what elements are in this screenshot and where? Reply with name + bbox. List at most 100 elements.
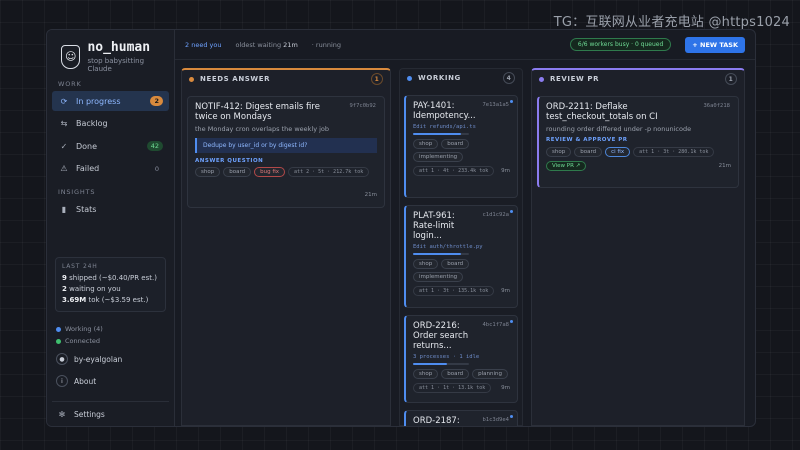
work-section-label: WORK	[58, 80, 82, 88]
column-dot-icon	[407, 75, 412, 81]
tag: shop	[546, 147, 572, 157]
stats-waiting: 2 waiting on you	[62, 285, 121, 293]
tag: board	[441, 259, 470, 269]
task-card-pay-1401[interactable]: PAY-1401: Idempotency... 7e13a1a5 Edit r…	[404, 95, 518, 198]
card-id: 9f7c0b92	[349, 103, 377, 109]
question-callout: Dedupe by user_id or by digest id?	[195, 138, 377, 153]
active-dot-icon	[510, 210, 513, 213]
sidebar-item-done[interactable]: ✓ Done 42	[52, 136, 169, 156]
tag: board	[574, 147, 603, 157]
column-dot-icon	[189, 76, 194, 82]
card-meta-row: att 1 · 3t · 135.1k tok 9m	[413, 286, 510, 296]
about-link[interactable]: i About	[52, 372, 169, 390]
app-window: ☺ no_human stop babysitting Claude WORK …	[46, 29, 756, 427]
card-description: the Monday cron overlaps the weekly job	[195, 125, 330, 133]
failed-count-badge: 0	[154, 164, 159, 173]
stats-box-title: LAST 24H	[62, 263, 98, 270]
sidebar-item-label: Done	[76, 141, 98, 151]
active-dot-icon	[510, 100, 513, 103]
column-header: NEEDS ANSWER 1	[182, 70, 390, 88]
settings-link[interactable]: ✻ Settings	[52, 402, 169, 426]
stats-tokens: 3.69M tok (~$3.59 est.)	[62, 296, 149, 304]
gear-icon: ✻	[58, 409, 66, 419]
connected-dot-icon	[56, 338, 61, 344]
column-count: 1	[725, 73, 737, 85]
card-progress	[413, 253, 469, 255]
task-card-ord-2216[interactable]: ORD-2216: Order search returns... 4bc1f7…	[404, 315, 518, 403]
card-id: c1d1c92a	[482, 212, 510, 218]
watermark: TG：互联网从业者充电站 @https1024	[553, 15, 790, 30]
about-label: About	[74, 376, 97, 386]
card-tags-row: shop board ci fix att 1 · 3t · 280.1k to…	[546, 147, 731, 157]
tag: planning	[472, 369, 508, 379]
active-dot-icon	[510, 415, 513, 418]
view-pr-button[interactable]: View PR ↗	[546, 161, 587, 171]
sidebar-item-backlog[interactable]: ⇆ Backlog	[52, 114, 169, 134]
sidebar-item-label: In progress	[76, 96, 121, 106]
brand-title: no_human	[87, 39, 151, 55]
sidebar-item-stats[interactable]: ▮ Stats	[52, 199, 169, 219]
tag: bug fix	[254, 167, 286, 177]
column-header: REVIEW PR 1	[532, 70, 744, 88]
in-progress-count-badge: 2	[150, 96, 163, 106]
column-working: WORKING 4 PAY-1401: Idempotency... 7e13a…	[399, 68, 523, 426]
tag: ci fix	[605, 147, 631, 157]
card-tags: shop board implementing	[413, 259, 510, 282]
need-you-count[interactable]: 2 need you	[185, 41, 221, 49]
oldest-waiting: oldest waiting 21m	[235, 40, 298, 49]
column-needs-answer: NEEDS ANSWER 1 NOTIF-412: Digest emails …	[181, 68, 391, 426]
tag: shop	[413, 369, 439, 379]
tag: implementing	[413, 272, 464, 282]
workers-status-pill: 6/6 workers busy · 0 queued	[569, 38, 672, 51]
info-icon: i	[56, 375, 68, 387]
column-count: 1	[371, 73, 383, 85]
user-link[interactable]: ● by-eyalgolan	[52, 350, 169, 368]
sidebar-item-label: Failed	[76, 164, 100, 173]
bar-chart-icon: ▮	[61, 204, 67, 214]
new-task-button[interactable]: + NEW TASK	[685, 36, 745, 53]
github-icon: ●	[56, 353, 68, 365]
last-24h-stats-box: LAST 24H 9 shipped (~$0.40/PR est.) 2 wa…	[55, 257, 166, 312]
tag: board	[441, 139, 470, 149]
working-status: Working (4)	[52, 323, 169, 335]
kanban-board: NEEDS ANSWER 1 NOTIF-412: Digest emails …	[181, 68, 749, 426]
task-card-ord-2187[interactable]: ORD-2187: b1c3d9e4	[404, 410, 518, 426]
card-meta: att 2 · 5t · 212.7k tok	[288, 167, 370, 177]
warning-icon: ⚠	[60, 164, 68, 173]
task-card-plat-961[interactable]: PLAT-961: Rate-limit login... c1d1c92a E…	[404, 205, 518, 308]
brand[interactable]: ☺ no_human stop babysitting Claude	[52, 30, 169, 73]
card-meta: att 1 · 3t · 135.1k tok	[413, 286, 495, 296]
column-header: WORKING 4	[400, 69, 522, 87]
card-elapsed: 9m	[501, 168, 510, 174]
card-elapsed: 21m	[364, 192, 377, 198]
sidebar-item-in-progress[interactable]: ⟳ In progress 2	[52, 91, 169, 111]
task-card-ord-2211[interactable]: ORD-2211: Deflake test_checkout_totals o…	[537, 96, 739, 188]
card-meta-row: att 1 · 1t · 13.1k tok 9m	[413, 383, 510, 393]
answer-question-link[interactable]: ANSWER QUESTION	[195, 158, 377, 164]
card-id: 7e13a1a5	[482, 102, 510, 108]
card-activity: Edit auth/throttle.py	[413, 244, 483, 250]
card-elapsed: 21m	[718, 163, 731, 169]
tag: board	[441, 369, 470, 379]
topbar: 2 need you oldest waiting 21m · running …	[175, 30, 755, 60]
task-card-notif-412[interactable]: NOTIF-412: Digest emails fire twice on M…	[187, 96, 385, 208]
tag: implementing	[413, 152, 464, 162]
card-activity: 3 processes · 1 idle	[413, 354, 480, 360]
check-circle-icon: ✓	[60, 141, 68, 151]
card-tags: shop board implementing	[413, 139, 510, 162]
card-id: 36a0f218	[703, 103, 731, 109]
sidebar-item-label: Backlog	[76, 119, 108, 128]
tag: shop	[413, 139, 439, 149]
card-elapsed: 9m	[501, 288, 510, 294]
column-review-pr: REVIEW PR 1 ORD-2211: Deflake test_check…	[531, 68, 745, 426]
sidebar-footer: ✻ Settings	[52, 401, 169, 426]
card-tags-row: shop board bug fix att 2 · 5t · 212.7k t…	[195, 167, 377, 177]
sidebar-item-label: Stats	[76, 204, 97, 214]
review-approve-link[interactable]: REVIEW & APPROVE PR	[546, 137, 731, 143]
tag: shop	[413, 259, 439, 269]
tag: shop	[195, 167, 221, 177]
card-activity: Edit refunds/api.ts	[413, 124, 476, 130]
tag: board	[223, 167, 252, 177]
user-name: by-eyalgolan	[74, 354, 123, 364]
sidebar-item-failed[interactable]: ⚠ Failed 0	[52, 159, 169, 179]
